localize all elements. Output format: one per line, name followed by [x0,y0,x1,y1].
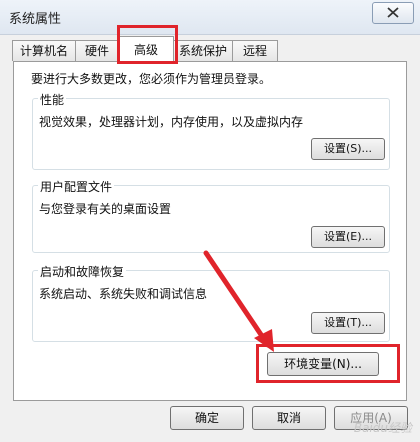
annotation-arrow [203,250,274,352]
